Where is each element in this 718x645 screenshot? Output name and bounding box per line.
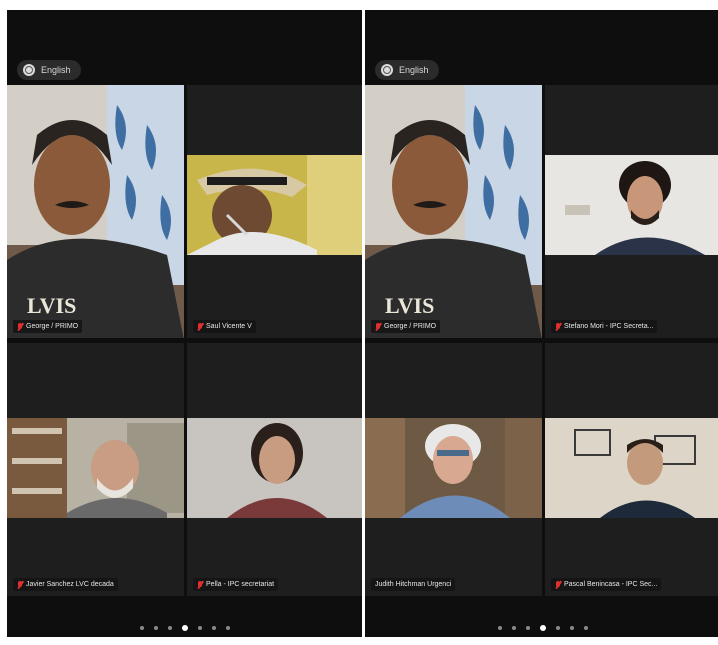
svg-text:LVIS: LVIS bbox=[27, 293, 76, 318]
page-dot-active[interactable] bbox=[181, 625, 188, 631]
participant-video: LVIS bbox=[7, 85, 184, 338]
participant-name: Pella - IPC secretariat bbox=[206, 581, 275, 588]
mic-muted-icon bbox=[375, 322, 381, 331]
meeting-window-right: English LVIS George / PRIMO Stefano Mori… bbox=[365, 10, 718, 637]
participant-name-label: Pella - IPC secretariat bbox=[193, 578, 279, 591]
language-interpretation-button[interactable]: English bbox=[17, 60, 81, 80]
participant-video bbox=[545, 418, 718, 518]
page-indicator bbox=[365, 625, 718, 631]
participant-video bbox=[7, 418, 184, 518]
mic-muted-icon bbox=[555, 322, 561, 331]
mic-muted-icon bbox=[197, 580, 203, 589]
participant-name: George / PRIMO bbox=[384, 323, 437, 330]
participant-name: Pascal Benincasa - IPC Sec... bbox=[564, 581, 658, 588]
page-dot[interactable] bbox=[511, 626, 516, 630]
participant-name: Javier Sanchez LVC decada bbox=[26, 581, 114, 588]
participant-name: George / PRIMO bbox=[26, 323, 79, 330]
video-tile-stefano[interactable]: Stefano Mori - IPC Secreta... bbox=[545, 85, 718, 338]
page-dot[interactable] bbox=[225, 626, 230, 630]
page-indicator bbox=[7, 625, 362, 631]
video-tile-george[interactable]: LVIS George / PRIMO bbox=[7, 85, 184, 338]
video-tile-saul[interactable]: Saul Vicente V bbox=[187, 85, 362, 338]
page-dot[interactable] bbox=[555, 626, 560, 630]
participant-video: LVIS bbox=[365, 85, 542, 338]
page-dot[interactable] bbox=[153, 626, 158, 630]
participant-name-label: Judith Hitchman Urgenci bbox=[371, 578, 456, 591]
globe-icon bbox=[23, 64, 35, 76]
page-dot[interactable] bbox=[211, 626, 216, 630]
page-dot[interactable] bbox=[497, 626, 502, 630]
meeting-window-left: English LVIS George / PRIMO Saul Vicente… bbox=[7, 10, 362, 637]
participant-name-label: Pascal Benincasa - IPC Sec... bbox=[551, 578, 662, 591]
video-tile-george[interactable]: LVIS George / PRIMO bbox=[365, 85, 542, 338]
language-interpretation-button[interactable]: English bbox=[375, 60, 439, 80]
video-tile-javier[interactable]: Javier Sanchez LVC decada bbox=[7, 343, 184, 596]
participant-name-label: Saul Vicente V bbox=[193, 320, 256, 333]
mic-muted-icon bbox=[555, 580, 561, 589]
page-dot[interactable] bbox=[167, 626, 172, 630]
page-dot[interactable] bbox=[197, 626, 202, 630]
mic-muted-icon bbox=[17, 580, 23, 589]
video-tile-pascal[interactable]: Pascal Benincasa - IPC Sec... bbox=[545, 343, 718, 596]
globe-icon bbox=[381, 64, 393, 76]
video-tile-judith[interactable]: Judith Hitchman Urgenci bbox=[365, 343, 542, 596]
language-label: English bbox=[399, 65, 429, 75]
page-dot[interactable] bbox=[583, 626, 588, 630]
page-dot[interactable] bbox=[139, 626, 144, 630]
page-dot-active[interactable] bbox=[539, 625, 546, 631]
participant-name-label: Javier Sanchez LVC decada bbox=[13, 578, 118, 591]
participant-name-label: Stefano Mori - IPC Secreta... bbox=[551, 320, 658, 333]
page-dot[interactable] bbox=[569, 626, 574, 630]
video-tile-pella[interactable]: Pella - IPC secretariat bbox=[187, 343, 362, 596]
participant-video bbox=[365, 418, 542, 518]
page-dot[interactable] bbox=[525, 626, 530, 630]
participant-video bbox=[187, 418, 362, 518]
participant-name-label: George / PRIMO bbox=[371, 320, 441, 333]
participant-name: Judith Hitchman Urgenci bbox=[375, 581, 452, 588]
svg-text:LVIS: LVIS bbox=[385, 293, 434, 318]
participant-name: Saul Vicente V bbox=[206, 323, 252, 330]
mic-muted-icon bbox=[197, 322, 203, 331]
participant-name-label: George / PRIMO bbox=[13, 320, 83, 333]
participant-video bbox=[187, 155, 362, 255]
participant-video bbox=[545, 155, 718, 255]
participant-name: Stefano Mori - IPC Secreta... bbox=[564, 323, 654, 330]
mic-muted-icon bbox=[17, 322, 23, 331]
language-label: English bbox=[41, 65, 71, 75]
